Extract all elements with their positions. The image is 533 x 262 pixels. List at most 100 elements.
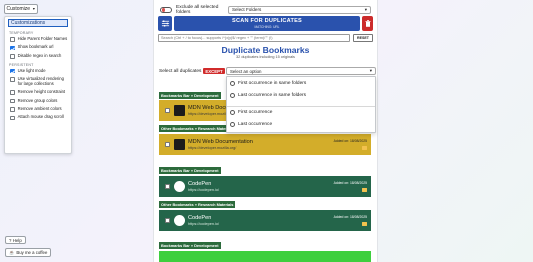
favicon [174,139,185,150]
bookmark-url[interactable]: https://codepen.io/ [188,222,219,226]
favicon [174,105,185,116]
coffee-icon: ☕ [9,249,15,255]
checkbox[interactable] [10,53,15,59]
folder-filter-row: Exclude all selected folders Select Fold… [160,4,371,15]
checkbox[interactable] [10,115,15,121]
coffee-label: Buy me a coffee [16,250,48,255]
option-use-light-mode[interactable]: Use light mode [10,67,68,74]
favicon [174,181,185,192]
select-all-label: Select all duplicates [159,68,202,74]
chevron-down-icon: ▾ [369,68,372,73]
scan-row: SCAN FOR DUPLICATES MATCHING: URL [158,16,373,31]
option-label: Use light mode [17,67,46,73]
folder-icon[interactable] [362,146,367,150]
checkbox[interactable] [10,45,15,51]
group-header: Bookmarks Bar » Development [159,242,221,249]
option-remove-ambient-colors[interactable]: Remove ambient colors [10,105,68,112]
customize-button[interactable]: Customize ▼ [4,4,38,14]
checkbox[interactable] [10,107,15,112]
customizations-panel: Customizations TEMPORARY Hide Parent Fol… [4,16,72,154]
help-icon: ? [9,237,12,243]
bookmark-title: MDN Web Documentation [188,139,253,145]
option-label: Remove height constraint [17,89,66,95]
menu-item-label: Last occurrence in same folders [238,93,306,98]
filter-settings-button[interactable] [158,16,172,31]
bookmark-url[interactable]: https://codepen.io/ [188,188,219,192]
bookmark-card[interactable]: MDN Web Documentation https://developer.… [159,134,371,155]
radio[interactable] [230,122,235,127]
select-option-label: Select an option [230,68,262,74]
option-show-bookmark-url[interactable]: Show bookmark url [10,44,68,51]
option-label: Hide Parent Folder Names [17,36,68,41]
page-title: Duplicate Bookmarks [221,45,310,55]
radio[interactable] [230,81,235,86]
group-header: Other Bookmarks » Research Materials [159,125,236,132]
scan-subtitle: MATCHING: URL [254,24,280,29]
scan-title: SCAN FOR DUPLICATES [232,18,302,25]
option-label: Remove ambient colors [17,105,62,111]
select-checkbox[interactable] [165,142,170,147]
option-label: Show bookmark url [17,44,54,50]
radio[interactable] [230,93,235,98]
bookmark-card[interactable] [159,251,371,262]
chevron-down-icon: ▼ [32,7,36,11]
select-checkbox[interactable] [165,184,170,189]
option-remove-height-constraint[interactable]: Remove height constraint [10,89,68,95]
option-remove-group-colors[interactable]: Remove group colors [10,98,68,104]
option-label: Disable regex in search [17,52,62,58]
added-date: Added on: 18/08/2025 [333,139,367,143]
filter-icon [161,20,169,27]
group-header: Bookmarks Bar » Development [159,92,221,99]
menu-item-last-same-folders[interactable]: Last occurrence in same folders [230,93,306,98]
delete-button[interactable] [362,16,373,31]
scan-for-duplicates-button[interactable]: SCAN FOR DUPLICATES MATCHING: URL [174,16,360,31]
menu-item-label: Last occurrence [238,122,273,127]
reset-button[interactable]: RESET [353,34,373,42]
panel-header[interactable]: Customizations [8,19,68,27]
except-badge: EXCEPT [203,67,225,75]
checkbox[interactable] [10,98,15,104]
select-option-menu: First occurrence in same folders Last oc… [226,76,376,133]
menu-item-label: First occurrence [238,110,273,115]
select-checkbox[interactable] [165,108,170,113]
menu-item-first-occurrence[interactable]: First occurrence [230,110,272,115]
checkbox[interactable] [10,68,15,74]
menu-divider [227,106,375,107]
search-input[interactable] [158,34,350,42]
help-button[interactable]: ? Help [5,236,26,244]
menu-item-last-occurrence[interactable]: Last occurrence [230,122,272,127]
checkbox[interactable] [10,77,15,82]
search-row: RESET [158,34,373,42]
menu-item-first-same-folders[interactable]: First occurrence in same folders [230,81,306,86]
page-subtitle: 32 duplicates including 15 originals [236,55,295,59]
select-folders-dropdown[interactable]: Select Folders ▾ [227,5,371,14]
buy-coffee-button[interactable]: ☕ Buy me a coffee [5,248,52,257]
bookmark-url[interactable]: https://developer.mozilla.org/ [188,146,236,150]
option-virtualized-rendering[interactable]: Use virtualized rendering for large coll… [10,75,68,87]
bookmark-card[interactable]: CodePen https://codepen.io/ Added on: 18… [159,210,371,231]
option-attach-mouse-drag-scroll[interactable]: Attach mouse drag scroll [10,114,68,121]
select-folders-label: Select Folders [231,7,262,12]
checkbox[interactable] [10,37,15,42]
chevron-down-icon: ▾ [364,6,367,12]
select-checkbox[interactable] [165,218,170,223]
checkbox[interactable] [10,90,15,95]
added-date: Added on: 18/08/2025 [333,181,367,185]
help-label: Help [12,237,22,243]
exclude-folders-toggle[interactable] [160,6,172,13]
bookmark-card[interactable]: CodePen https://codepen.io/ Added on: 18… [159,176,371,197]
bookmark-title: CodePen [188,215,212,221]
exclude-folders-label: Exclude all selected folders [176,4,219,15]
option-disable-regex[interactable]: Disable regex in search [10,52,68,59]
folder-icon[interactable] [362,188,367,192]
radio[interactable] [230,110,235,115]
main-panel: Exclude all selected folders Select Fold… [153,0,378,262]
option-label: Use virtualized rendering for large coll… [17,75,64,86]
select-option-dropdown[interactable]: Select an option ▾ [226,67,376,75]
menu-item-label: First occurrence in same folders [238,81,307,86]
option-label: Attach mouse drag scroll [17,114,64,120]
folder-icon[interactable] [362,222,367,226]
option-hide-parent-folder-names[interactable]: Hide Parent Folder Names [10,36,68,42]
section-label-temporary: TEMPORARY [9,31,34,35]
section-label-persistent: PERSISTENT [9,62,34,67]
